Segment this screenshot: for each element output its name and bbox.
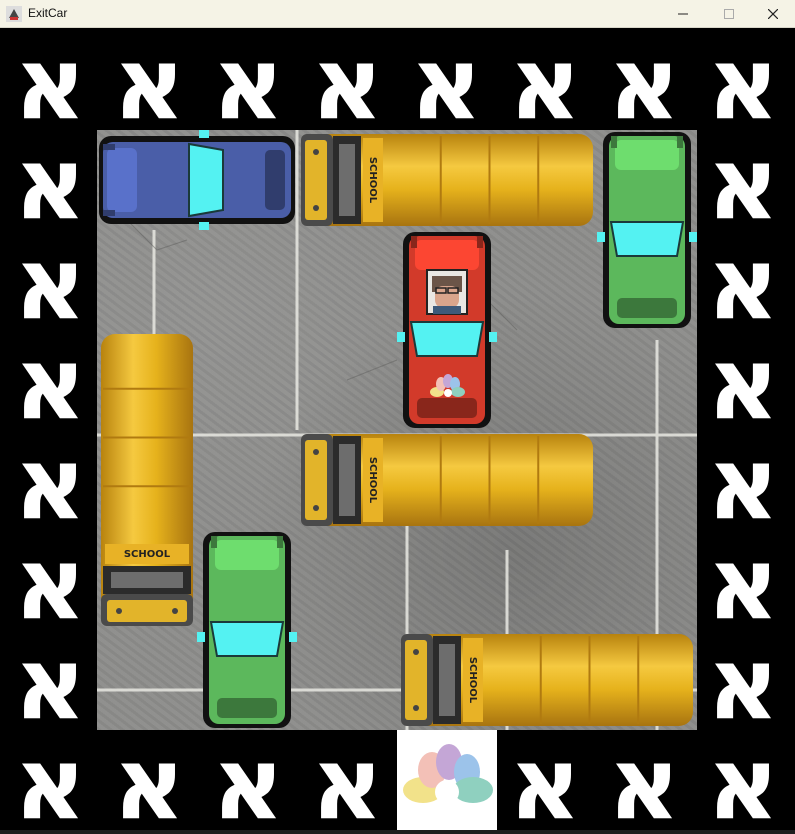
hebrew-letter-alef-tile: א bbox=[2, 230, 102, 330]
hebrew-letter-alef-tile: א bbox=[2, 430, 102, 530]
alef-glyph: א bbox=[212, 30, 285, 130]
alef-glyph: א bbox=[707, 630, 780, 730]
maximize-button[interactable] bbox=[706, 0, 752, 28]
maximize-icon bbox=[724, 9, 734, 19]
svg-text:SCHOOL: SCHOOL bbox=[124, 549, 171, 560]
hebrew-letter-alef-tile: א bbox=[398, 30, 498, 130]
hebrew-letter-alef-tile: א bbox=[299, 30, 399, 130]
colorful-flower-logo bbox=[403, 744, 493, 804]
alef-glyph: א bbox=[14, 730, 87, 830]
svg-text:SCHOOL: SCHOOL bbox=[367, 457, 378, 504]
hebrew-letter-alef-tile: א bbox=[2, 630, 102, 730]
green-car-bottom[interactable] bbox=[197, 530, 297, 730]
hebrew-letter-alef-tile: א bbox=[695, 530, 795, 630]
exit-gate-logo bbox=[397, 730, 497, 830]
alef-glyph: א bbox=[707, 230, 780, 330]
school-bus-left[interactable]: SCHOOL bbox=[97, 330, 197, 630]
close-icon bbox=[768, 9, 778, 19]
alef-glyph: א bbox=[212, 730, 285, 830]
hebrew-letter-alef-tile: א bbox=[695, 630, 795, 730]
hebrew-letter-alef-tile: א bbox=[2, 530, 102, 630]
alef-glyph: א bbox=[311, 30, 384, 130]
school-bus-top[interactable]: SCHOOL bbox=[297, 130, 597, 230]
close-button[interactable] bbox=[750, 0, 795, 28]
alef-glyph: א bbox=[707, 330, 780, 430]
red-car[interactable] bbox=[397, 230, 497, 430]
window-bottom-edge bbox=[0, 830, 795, 834]
hebrew-letter-alef-tile: א bbox=[695, 130, 795, 230]
alef-glyph: א bbox=[311, 730, 384, 830]
hebrew-letter-alef-tile: א bbox=[497, 730, 597, 830]
parking-lot-grid: SCHOOL SCHOOL SCHOOL SCHOOL bbox=[97, 130, 697, 730]
hebrew-letter-alef-tile: א bbox=[299, 730, 399, 830]
alef-glyph: א bbox=[608, 30, 681, 130]
hebrew-letter-alef-tile: א bbox=[596, 730, 696, 830]
alef-glyph: א bbox=[410, 30, 483, 130]
alef-glyph: א bbox=[509, 30, 582, 130]
alef-glyph: א bbox=[707, 430, 780, 530]
hebrew-letter-alef-tile: א bbox=[101, 30, 201, 130]
hebrew-letter-alef-tile: א bbox=[695, 230, 795, 330]
hebrew-letter-alef-tile: א bbox=[695, 730, 795, 830]
alef-glyph: א bbox=[14, 330, 87, 430]
blue-car[interactable] bbox=[97, 130, 297, 230]
hebrew-letter-alef-tile: א bbox=[200, 730, 300, 830]
green-car-right[interactable] bbox=[597, 130, 697, 330]
alef-glyph: א bbox=[14, 230, 87, 330]
school-bus-bottom[interactable]: SCHOOL bbox=[397, 630, 697, 730]
alef-glyph: א bbox=[509, 730, 582, 830]
hebrew-letter-alef-tile: א bbox=[2, 130, 102, 230]
hebrew-letter-alef-tile: א bbox=[695, 330, 795, 430]
alef-glyph: א bbox=[113, 730, 186, 830]
alef-glyph: א bbox=[14, 630, 87, 730]
svg-text:SCHOOL: SCHOOL bbox=[367, 157, 378, 204]
hebrew-letter-alef-tile: א bbox=[695, 430, 795, 530]
window-title-bar[interactable]: ExitCar bbox=[0, 0, 795, 28]
hebrew-letter-alef-tile: א bbox=[497, 30, 597, 130]
hebrew-letter-alef-tile: א bbox=[2, 30, 102, 130]
alef-glyph: א bbox=[608, 730, 681, 830]
hebrew-letter-alef-tile: א bbox=[2, 730, 102, 830]
hebrew-letter-alef-tile: א bbox=[2, 330, 102, 430]
alef-glyph: א bbox=[14, 30, 87, 130]
alef-glyph: א bbox=[707, 30, 780, 130]
alef-glyph: א bbox=[707, 530, 780, 630]
alef-glyph: א bbox=[707, 130, 780, 230]
hebrew-letter-alef-tile: א bbox=[101, 730, 201, 830]
hebrew-letter-alef-tile: א bbox=[596, 30, 696, 130]
minimize-icon bbox=[678, 13, 688, 15]
alef-glyph: א bbox=[14, 530, 87, 630]
alef-glyph: א bbox=[14, 130, 87, 230]
alef-glyph: א bbox=[14, 430, 87, 530]
svg-text:SCHOOL: SCHOOL bbox=[467, 657, 478, 704]
school-bus-middle[interactable]: SCHOOL bbox=[297, 430, 597, 530]
alef-glyph: א bbox=[707, 730, 780, 830]
minimize-button[interactable] bbox=[660, 0, 706, 28]
hebrew-letter-alef-tile: א bbox=[695, 30, 795, 130]
exitcar-app-icon bbox=[6, 6, 22, 22]
window-title: ExitCar bbox=[28, 6, 68, 20]
alef-glyph: א bbox=[113, 30, 186, 130]
hebrew-letter-alef-tile: א bbox=[200, 30, 300, 130]
